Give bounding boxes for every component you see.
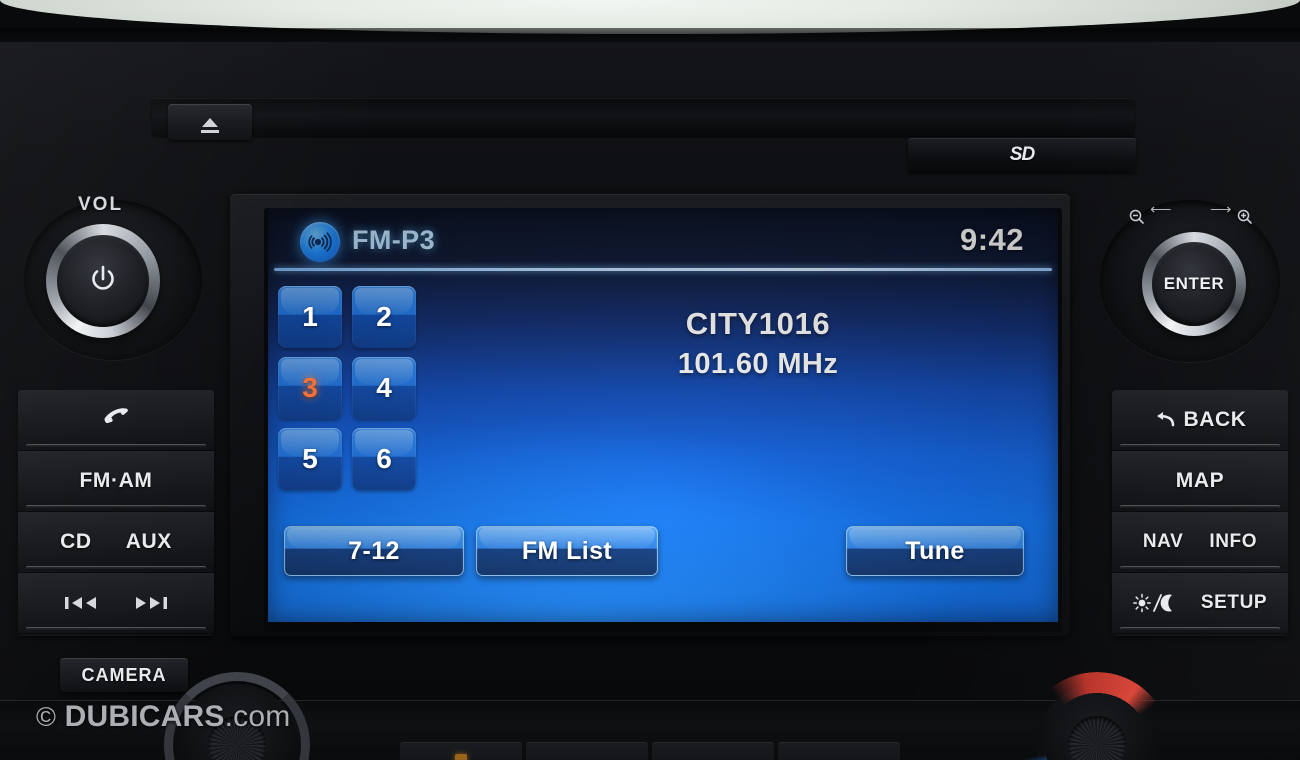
info-label: INFO — [1209, 531, 1258, 552]
preset-label: 6 — [376, 443, 392, 474]
next-track-icon[interactable] — [133, 593, 169, 613]
preset-button-1[interactable]: 1 — [278, 286, 342, 348]
phone-button[interactable] — [18, 390, 214, 451]
preset-label: 3 — [302, 372, 318, 403]
climate-button[interactable] — [652, 742, 774, 760]
station-name: CITY1016 — [685, 306, 831, 341]
preset-grid: 1 2 3 4 5 6 — [278, 286, 416, 490]
enter-knob[interactable]: ENTER — [1142, 232, 1246, 336]
preset-button-6[interactable]: 6 — [352, 428, 416, 490]
fm-am-label: FM·AM — [79, 469, 153, 492]
preset-page-label: 7-12 — [348, 536, 400, 565]
sd-slot-label: SD — [1009, 144, 1035, 165]
climate-button[interactable] — [400, 742, 522, 760]
climate-button[interactable] — [526, 742, 648, 760]
volume-knob-face — [57, 235, 149, 327]
climate-button-row[interactable] — [400, 742, 900, 760]
disc-slot — [152, 98, 1134, 136]
radio-wave-icon — [300, 222, 340, 262]
station-frequency: 101.60 MHz — [677, 348, 839, 380]
phone-icon — [100, 407, 132, 433]
preset-button-4[interactable]: 4 — [352, 357, 416, 419]
clock: 9:42 — [959, 222, 1024, 257]
eject-bar — [201, 129, 219, 133]
preset-page-button[interactable]: 7-12 — [284, 526, 464, 576]
left-button-cluster: FM·AM CD AUX — [18, 390, 214, 636]
display-setup-button-row[interactable]: SETUP — [1112, 573, 1288, 634]
fm-list-button[interactable]: FM List — [476, 526, 658, 576]
setup-label: SETUP — [1200, 592, 1268, 613]
back-label: BACK — [1183, 408, 1247, 431]
preset-label: 2 — [376, 301, 392, 332]
temperature-knob[interactable] — [1024, 672, 1170, 760]
preset-label: 4 — [376, 372, 392, 403]
back-button[interactable]: BACK — [1112, 390, 1288, 451]
zoom-out-icon — [1128, 208, 1145, 228]
enter-knob-face: ENTER — [1152, 242, 1236, 326]
track-buttons-row[interactable] — [18, 573, 214, 634]
tune-label: Tune — [905, 536, 965, 565]
infotainment-display[interactable]: FM-P3 9:42 1 2 3 4 5 6 CITY1016 101.60 M… — [268, 208, 1058, 622]
camera-button[interactable]: CAMERA — [60, 658, 188, 692]
volume-knob-label: VOL — [78, 194, 124, 215]
watermark-copyright: © — [36, 702, 57, 732]
prev-track-icon[interactable] — [63, 593, 99, 613]
nav-label: NAV — [1142, 531, 1184, 552]
audio-source-label: FM-P3 — [352, 225, 435, 255]
head-unit-body: SD FM-P3 9:42 1 2 3 4 5 6 CITY1016 101.6… — [0, 42, 1300, 702]
sun-moon-icon[interactable] — [1132, 592, 1183, 614]
map-label: MAP — [1175, 469, 1225, 492]
fm-am-button[interactable]: FM·AM — [18, 451, 214, 512]
preset-button-5[interactable]: 5 — [278, 428, 342, 490]
back-arrow-icon — [1153, 410, 1177, 430]
screen-header: FM-P3 9:42 — [268, 208, 1058, 270]
watermark: © DUBICARS.com — [36, 700, 290, 734]
fm-list-label: FM List — [521, 536, 613, 565]
power-icon — [86, 262, 120, 301]
volume-power-knob[interactable] — [46, 224, 160, 338]
preset-button-2[interactable]: 2 — [352, 286, 416, 348]
tune-button[interactable]: Tune — [846, 526, 1024, 576]
header-divider — [274, 268, 1052, 271]
eject-icon[interactable] — [168, 104, 252, 140]
eject-triangle — [201, 117, 219, 133]
climate-button[interactable] — [778, 742, 900, 760]
cd-aux-button-row[interactable]: CD AUX — [18, 512, 214, 573]
preset-button-3[interactable]: 3 — [278, 357, 342, 419]
sd-card-slot[interactable]: SD — [908, 138, 1136, 172]
now-playing-info: CITY1016 101.60 MHz — [478, 306, 1038, 381]
aux-label: AUX — [125, 530, 172, 553]
camera-label: CAMERA — [81, 664, 167, 685]
watermark-brand: DUBICARS — [64, 700, 225, 733]
rotate-left-arrow-icon: ⟵ — [1150, 201, 1172, 218]
right-button-cluster: BACK MAP NAV INFO SETUP — [1112, 390, 1288, 636]
preset-label: 1 — [302, 301, 318, 332]
preset-label: 5 — [302, 443, 318, 474]
rotate-right-arrow-icon: ⟶ — [1210, 201, 1232, 218]
map-button[interactable]: MAP — [1112, 451, 1288, 512]
watermark-tld: .com — [224, 700, 291, 733]
nav-info-button-row[interactable]: NAV INFO — [1112, 512, 1288, 573]
zoom-in-icon — [1236, 208, 1253, 228]
enter-knob-label: ENTER — [1163, 274, 1225, 293]
cd-label: CD — [60, 530, 92, 553]
